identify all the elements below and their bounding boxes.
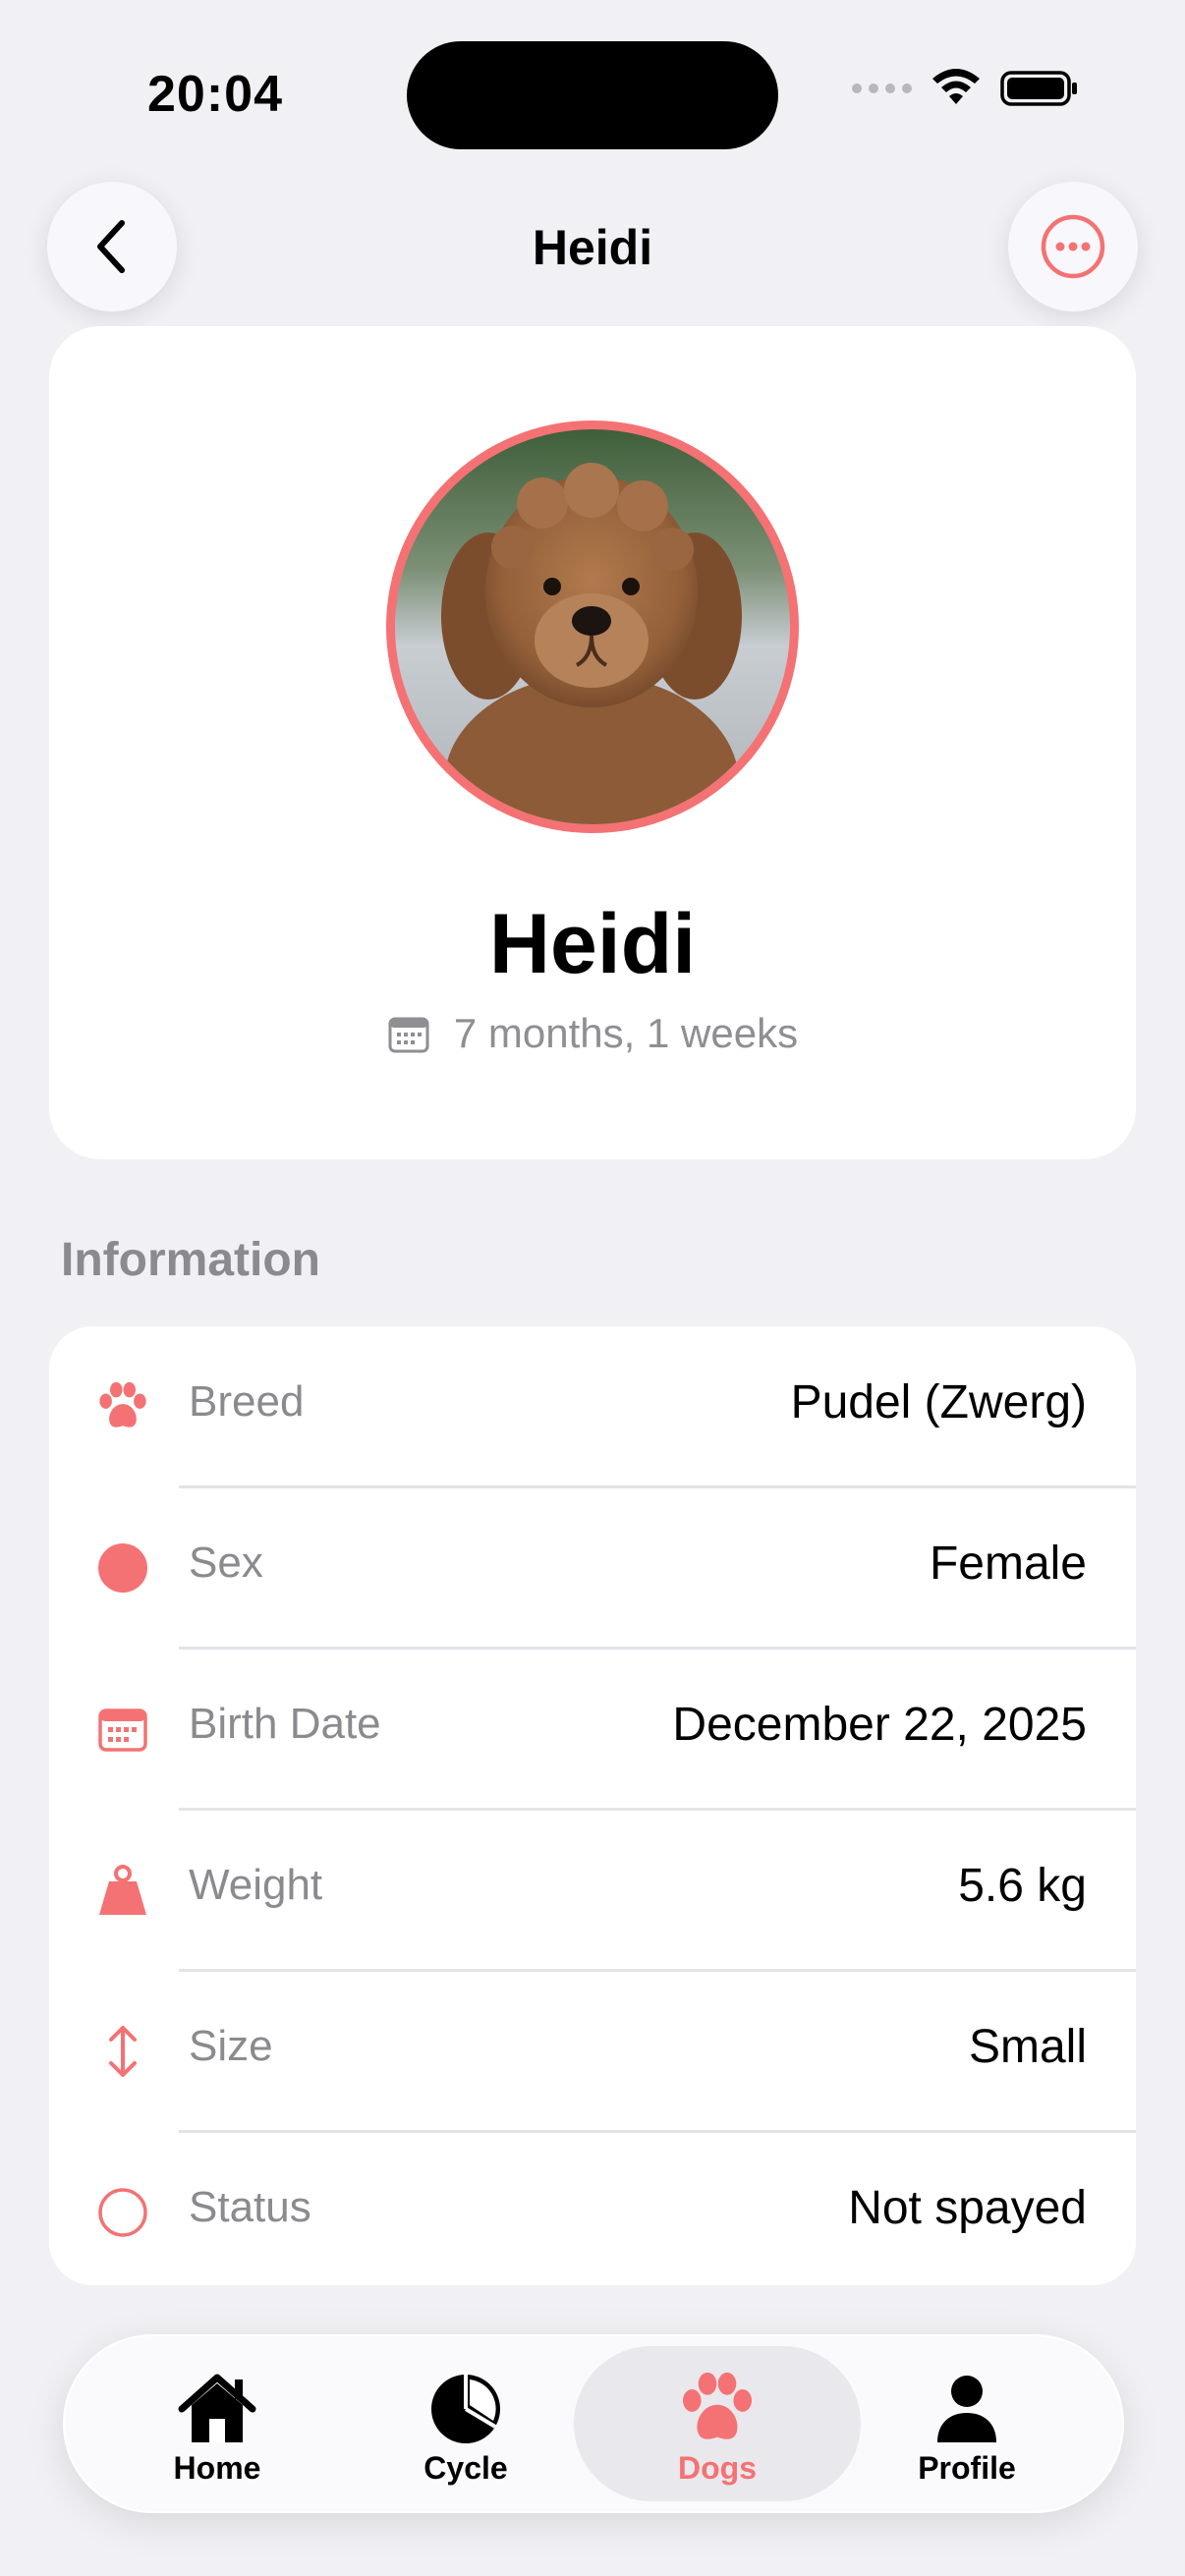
profile-card: Heidi 7 months, 1 weeks (49, 326, 1136, 1159)
information-list: Breed Pudel (Zwerg) Sex Female Birth Dat… (49, 1326, 1136, 2285)
status-icons (852, 69, 1079, 108)
dog-photo (395, 429, 790, 824)
row-value: 5.6 kg (958, 1860, 1087, 1912)
vertical-arrows-icon (96, 2025, 149, 2078)
info-row-status[interactable]: Status Not spayed (49, 2132, 1136, 2285)
tab-profile[interactable]: Profile (844, 2334, 1090, 2513)
section-title-information: Information (61, 1234, 320, 1286)
dynamic-island (407, 41, 778, 149)
battery-icon (1000, 71, 1077, 106)
person-icon (923, 2370, 1011, 2448)
row-value: Small (968, 2021, 1087, 2073)
tab-cycle[interactable]: Cycle (343, 2334, 589, 2513)
row-value: December 22, 2025 (672, 1699, 1087, 1751)
ellipsis-circle-icon (1041, 214, 1105, 279)
tab-bar: Home Cycle Dogs Profile (63, 2334, 1124, 2513)
row-label: Sex (189, 1539, 263, 1587)
paw-icon (673, 2370, 762, 2448)
row-label: Size (189, 2022, 273, 2070)
row-value: Female (929, 1538, 1087, 1590)
cellular-signal-icon (852, 84, 912, 93)
row-label: Status (189, 2183, 311, 2231)
pie-chart-icon (422, 2370, 510, 2448)
tab-label: Profile (918, 2450, 1016, 2486)
row-label: Birth Date (189, 1700, 381, 1748)
info-row-weight[interactable]: Weight 5.6 kg (49, 1810, 1136, 1969)
row-value: Not spayed (848, 2182, 1087, 2234)
wifi-icon (932, 69, 980, 104)
filled-circle-icon (96, 1541, 149, 1595)
tab-dogs[interactable]: Dogs (594, 2334, 840, 2513)
tab-home[interactable]: Home (94, 2334, 340, 2513)
tab-label: Home (173, 2450, 261, 2486)
more-options-button[interactable] (1008, 182, 1138, 311)
tab-label: Dogs (678, 2450, 757, 2486)
status-bar: 20:04 (0, 0, 1185, 187)
navigation-bar: Heidi (0, 182, 1185, 313)
scale-weight-icon (96, 1864, 149, 1917)
status-time: 20:04 (147, 66, 283, 123)
info-row-size[interactable]: Size Small (49, 1971, 1136, 2130)
row-value: Pudel (Zwerg) (790, 1376, 1087, 1428)
row-label: Breed (189, 1377, 305, 1426)
empty-circle-icon (96, 2186, 149, 2239)
age-info: 7 months, 1 weeks (49, 1010, 1136, 1057)
info-row-breed[interactable]: Breed Pudel (Zwerg) (49, 1326, 1136, 1485)
info-row-sex[interactable]: Sex Female (49, 1487, 1136, 1647)
age-text: 7 months, 1 weeks (453, 1010, 799, 1056)
info-row-birth-date[interactable]: Birth Date December 22, 2025 (49, 1649, 1136, 1808)
house-icon (173, 2370, 261, 2448)
calendar-icon (388, 1017, 429, 1053)
paw-icon (96, 1380, 149, 1433)
dog-name: Heidi (488, 897, 697, 991)
calendar-icon (96, 1703, 149, 1756)
tab-label: Cycle (423, 2450, 508, 2486)
avatar[interactable] (386, 420, 799, 833)
row-label: Weight (189, 1861, 323, 1909)
